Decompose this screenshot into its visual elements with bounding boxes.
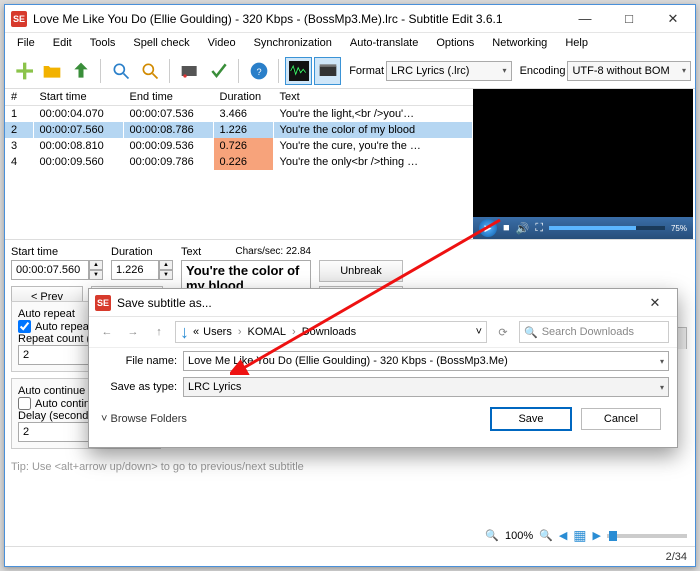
menu-file[interactable]: File [9,35,43,51]
nav-back-icon[interactable]: ← [97,322,117,342]
text-label: Text [181,246,201,258]
auto-continue-checkbox[interactable] [18,397,31,410]
app-icon: SE [11,11,27,27]
filename-label: File name: [97,355,177,367]
unbreak-button[interactable]: Unbreak [319,260,403,282]
video-progress: 75% [671,224,687,233]
crumb-users[interactable]: Users [203,326,232,338]
stop-icon[interactable]: ■ [503,222,510,234]
save-button[interactable]: Save [491,408,571,430]
waveform-icon[interactable] [285,57,312,85]
format-select[interactable]: LRC Lyrics (.lrc) [386,61,512,81]
tip-text: Tip: Use <alt+arrow up/down> to go to pr… [11,461,465,473]
close-window-button[interactable]: ✕ [651,5,695,33]
start-up-icon[interactable]: ▲ [89,260,103,270]
format-label: Format [349,65,384,77]
savetype-label: Save as type: [97,381,177,393]
start-time-label: Start time [11,246,103,258]
maximize-button[interactable]: □ [607,5,651,33]
nav-up-icon[interactable]: ↑ [149,322,169,342]
duration-label: Duration [111,246,173,258]
encoding-label: Encoding [520,65,566,77]
col-dur[interactable]: Duration [213,89,273,106]
menu-help[interactable]: Help [557,35,596,51]
menu-options[interactable]: Options [428,35,482,51]
svg-text:?: ? [256,67,261,77]
save-dialog: SE Save subtitle as... ✕ ← → ↑ ↓ « Users… [88,288,678,448]
encoding-select[interactable]: UTF-8 without BOM [567,61,691,81]
crumb-downloads[interactable]: Downloads [302,326,356,338]
menu-spellcheck[interactable]: Spell check [125,35,197,51]
zoom-out-icon[interactable]: 🔍 [485,529,499,542]
search-input[interactable]: 🔍Search Downloads [519,321,669,343]
main-window: SE Love Me Like You Do (Ellie Goulding) … [4,4,696,567]
menu-networking[interactable]: Networking [484,35,555,51]
start-time-input[interactable] [11,260,89,280]
replace-icon[interactable] [136,57,163,85]
save-dialog-close-button[interactable]: ✕ [633,289,677,317]
start-down-icon[interactable]: ▼ [89,270,103,280]
table-row[interactable]: 300:00:08.81000:00:09.5360.726You're the… [5,138,473,154]
save-dialog-title: Save subtitle as... [117,296,633,310]
window-title: Love Me Like You Do (Ellie Goulding) - 3… [33,12,563,26]
titlebar: SE Love Me Like You Do (Ellie Goulding) … [5,5,695,33]
zoom-bar: 🔍 100% 🔍 ◀ ▦ ▶ [485,527,687,544]
savetype-select[interactable]: LRC Lyrics [183,377,669,397]
nav-fwd-icon[interactable]: → [123,322,143,342]
dur-down-icon[interactable]: ▼ [159,270,173,280]
center-icon[interactable]: ▦ [573,527,586,544]
col-num[interactable]: # [5,89,33,106]
play-icon[interactable]: ▶ [479,219,497,237]
breadcrumb[interactable]: ↓ « Users KOMAL Downloads ˅ [175,321,487,343]
table-row[interactable]: 400:00:09.56000:00:09.7860.226You're the… [5,154,473,170]
video-controls: ▶ ■ 🔊 ⛶ 75% [473,217,693,239]
refresh-icon[interactable]: ⟳ [493,322,513,342]
new-file-icon[interactable] [9,57,36,85]
col-start[interactable]: Start time [33,89,123,106]
menu-bar: File Edit Tools Spell check Video Synchr… [5,33,695,53]
table-row[interactable]: 200:00:07.56000:00:08.7861.226You're the… [5,122,473,138]
duration-input[interactable] [111,260,159,280]
search-icon: 🔍 [524,326,538,339]
dur-up-icon[interactable]: ▲ [159,260,173,270]
menu-video[interactable]: Video [200,35,244,51]
col-text[interactable]: Text [273,89,473,106]
table-row[interactable]: 100:00:04.07000:00:07.5363.466You're the… [5,106,473,123]
menu-edit[interactable]: Edit [45,35,80,51]
visual-sync-icon[interactable] [176,57,203,85]
zoom-slider[interactable] [607,534,687,538]
zoom-in-icon[interactable]: 🔍 [539,529,553,542]
minimize-button[interactable]: — [563,5,607,33]
volume-icon[interactable]: 🔊 [516,222,530,235]
col-end[interactable]: End time [123,89,213,106]
cps-label: Chars/sec: 22.84 [235,246,311,258]
find-icon[interactable] [107,57,134,85]
video-preview[interactable]: ▶ ■ 🔊 ⛶ 75% [473,89,693,239]
fullscreen-icon[interactable]: ⛶ [535,222,543,235]
cancel-button[interactable]: Cancel [581,408,661,430]
status-bar: 2/34 [5,546,695,566]
filename-field[interactable]: Love Me Like You Do (Ellie Goulding) - 3… [183,351,669,371]
auto-repeat-checkbox[interactable] [18,320,31,333]
menu-sync[interactable]: Synchronization [246,35,340,51]
open-file-icon[interactable] [38,57,65,85]
seek-fwd-icon[interactable]: ▶ [593,529,601,542]
down-arrow-icon: ↓ [180,322,189,343]
row-counter: 2/34 [666,551,687,563]
crumb-komal[interactable]: KOMAL [248,326,287,338]
save-file-icon[interactable] [67,57,94,85]
browse-folders-toggle[interactable]: Browse Folders [89,409,199,429]
help-icon[interactable]: ? [245,57,272,85]
zoom-pct: 100% [505,530,533,542]
save-dialog-icon: SE [95,295,111,311]
subtitle-table[interactable]: # Start time End time Duration Text 100:… [5,89,473,239]
video-seekbar[interactable] [549,226,665,230]
video-icon[interactable] [314,57,341,85]
menu-tools[interactable]: Tools [82,35,124,51]
seek-back-icon[interactable]: ◀ [559,529,567,542]
menu-autotranslate[interactable]: Auto-translate [342,35,426,51]
spellcheck-icon[interactable] [205,57,232,85]
toolbar: ? Format LRC Lyrics (.lrc) Encoding UTF-… [5,53,695,89]
